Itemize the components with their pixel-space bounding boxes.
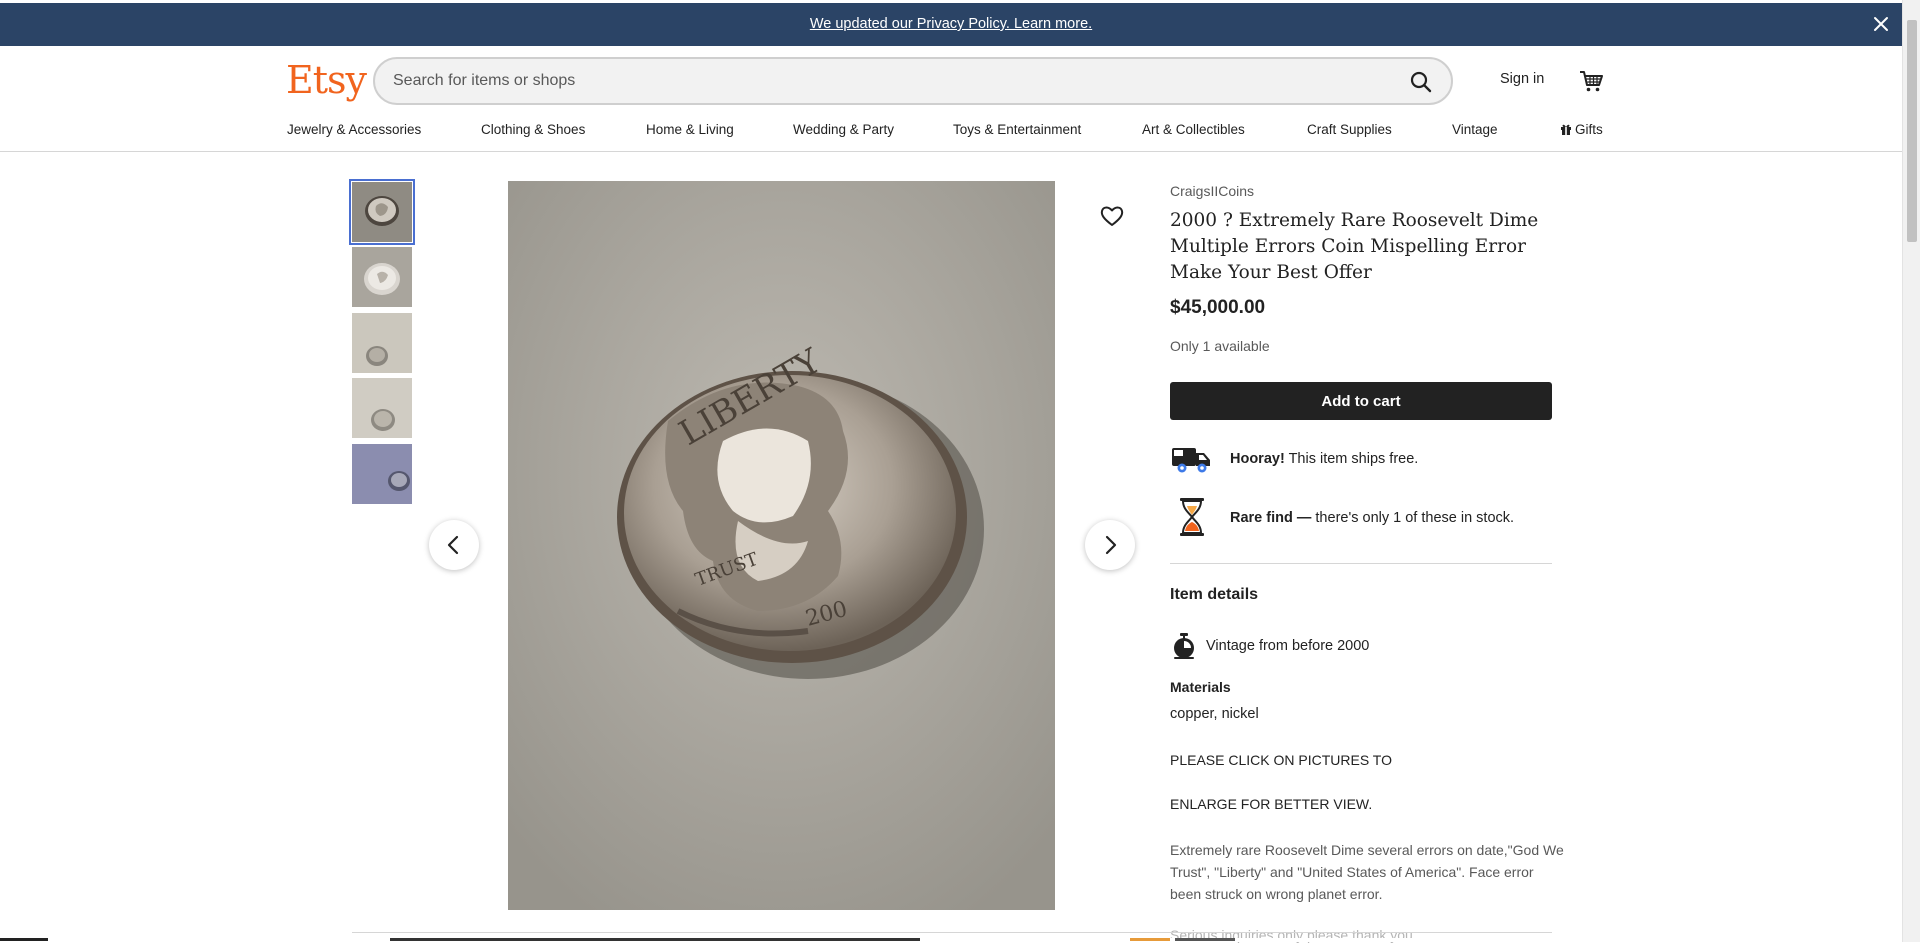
category-vintage[interactable]: Vintage	[1452, 122, 1498, 137]
main-listing-image[interactable]: LIBERTY TRUST 200	[508, 181, 1055, 910]
rare-find-text: Rare find — there's only 1 of these in s…	[1230, 510, 1514, 526]
category-craft-supplies[interactable]: Craft Supplies	[1307, 122, 1392, 137]
chevron-right-icon	[1105, 535, 1117, 555]
truck-icon	[1172, 448, 1210, 473]
category-gifts[interactable]: Gifts	[1560, 122, 1603, 137]
shop-name-link[interactable]: CraigsIICoins	[1170, 183, 1254, 199]
category-nav: Jewelry & Accessories Clothing & Shoes H…	[0, 114, 1902, 152]
page-scrollbar[interactable]	[1902, 0, 1920, 942]
rare-find-strong: Rare find —	[1230, 510, 1316, 526]
thumbnail-5[interactable]	[352, 444, 412, 504]
free-shipping-text: Hooray! This item ships free.	[1230, 451, 1418, 467]
coin-thumbnail-image	[352, 378, 412, 438]
category-gifts-label: Gifts	[1575, 122, 1603, 137]
privacy-notice-bar: We updated our Privacy Policy. Learn mor…	[0, 3, 1902, 46]
heart-icon[interactable]	[1098, 202, 1126, 230]
etsy-logo[interactable]: Etsy	[286, 58, 367, 102]
search-input[interactable]	[391, 69, 1371, 93]
thumbnail-1[interactable]	[349, 179, 415, 245]
search-bar	[373, 57, 1453, 105]
category-clothing-shoes[interactable]: Clothing & Shoes	[481, 122, 585, 137]
vintage-detail: Vintage from before 2000	[1206, 638, 1370, 654]
materials-value: copper, nickel	[1170, 706, 1259, 722]
category-wedding-party[interactable]: Wedding & Party	[793, 122, 894, 137]
scrollbar-thumb[interactable]	[1907, 20, 1917, 242]
coin-thumbnail-image	[352, 313, 412, 373]
hourglass-icon	[1180, 498, 1204, 536]
availability-text: Only 1 available	[1170, 338, 1270, 354]
coin-thumbnail-image	[352, 182, 412, 242]
listing-price: $45,000.00	[1170, 297, 1266, 318]
stopwatch-icon	[1174, 633, 1194, 659]
description-paragraph: Extremely rare Roosevelt Dime several er…	[1170, 842, 1564, 902]
bottom-divider	[352, 932, 1552, 933]
thumbnail-3[interactable]	[352, 313, 412, 373]
free-shipping-strong: Hooray!	[1230, 451, 1285, 467]
close-icon[interactable]	[1870, 13, 1892, 35]
previous-image-button[interactable]	[429, 520, 479, 570]
section-divider	[1170, 563, 1552, 564]
thumbnail-4[interactable]	[352, 378, 412, 438]
sign-in-link[interactable]: Sign in	[1500, 71, 1544, 87]
description-line-2: ENLARGE FOR BETTER VIEW.	[1170, 796, 1373, 812]
category-art-collectibles[interactable]: Art & Collectibles	[1142, 122, 1245, 137]
privacy-policy-link[interactable]: We updated our Privacy Policy. Learn mor…	[0, 16, 1902, 32]
free-shipping-detail: This item ships free.	[1284, 451, 1419, 467]
listing-title: 2000 ? Extremely Rare Roosevelt Dime Mul…	[1170, 210, 1539, 283]
cart-icon[interactable]	[1578, 68, 1604, 94]
coin-thumbnail-image	[352, 247, 412, 307]
category-jewelry-accessories[interactable]: Jewelry & Accessories	[287, 122, 421, 137]
add-to-cart-button[interactable]: Add to cart	[1170, 382, 1552, 420]
next-image-button[interactable]	[1085, 520, 1135, 570]
thumbnail-2[interactable]	[352, 247, 412, 307]
search-icon[interactable]	[1409, 70, 1433, 94]
gift-icon	[1561, 124, 1571, 135]
item-details-heading[interactable]: Item details	[1170, 586, 1258, 604]
coin-photo: LIBERTY TRUST 200	[508, 181, 1055, 910]
taskbar-strip	[0, 938, 1902, 942]
materials-label: Materials	[1170, 679, 1231, 695]
category-home-living[interactable]: Home & Living	[646, 122, 734, 137]
rare-find-detail: there's only 1 of these in stock.	[1315, 510, 1515, 526]
description-line-1: PLEASE CLICK ON PICTURES TO	[1170, 752, 1392, 768]
category-toys-entertainment[interactable]: Toys & Entertainment	[953, 122, 1081, 137]
coin-thumbnail-image	[352, 444, 412, 504]
chevron-left-icon	[447, 535, 459, 555]
